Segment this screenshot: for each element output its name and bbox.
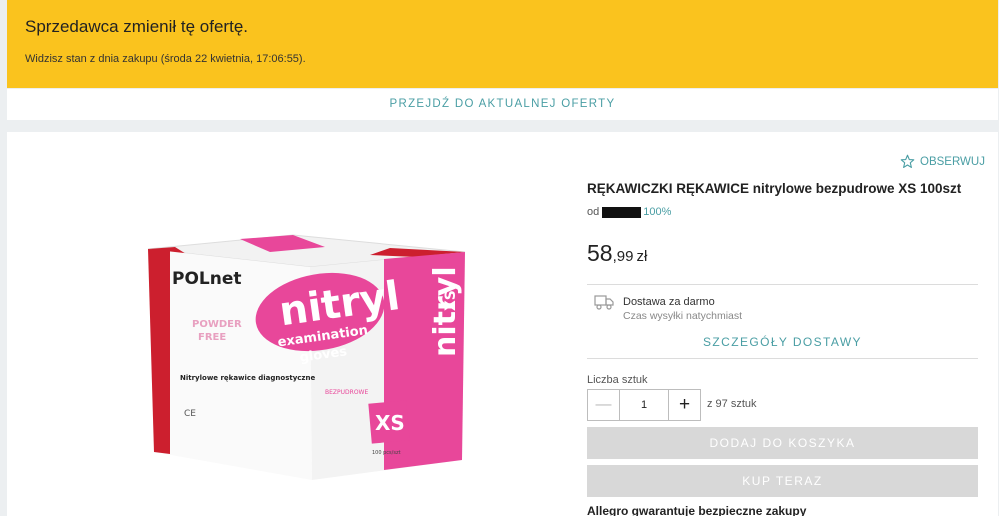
divider (587, 358, 978, 359)
quantity-available: z 97 sztuk (707, 398, 757, 410)
box-ce: CE (184, 409, 196, 419)
box-size: XS (375, 411, 405, 435)
quantity-input[interactable] (619, 390, 669, 420)
box-desc: Nitrylowe rękawice diagnostyczne (180, 374, 315, 382)
box-count: 100 pcs/szt (372, 450, 401, 456)
guarantee-text: Allegro gwarantuje bezpieczne zakupy (587, 504, 807, 516)
price: 58,99 zł (587, 240, 647, 267)
star-icon (900, 154, 915, 168)
offer-changed-notice: Sprzedawca zmienił tę ofertę. Widzisz st… (7, 0, 998, 88)
notice-subtitle: Widzisz stan z dnia zakupu (środa 22 kwi… (25, 53, 306, 65)
seller-prefix: od (587, 206, 600, 218)
divider (587, 284, 978, 285)
quantity-increase-button[interactable]: + (669, 390, 700, 420)
price-decimal: ,99 (612, 248, 634, 265)
watch-button[interactable]: OBSERWUJ (900, 154, 985, 169)
seller-info: od 100% (587, 206, 671, 218)
go-to-current-offer-link[interactable]: PRZEJDŹ DO AKTUALNEJ OFERTY (7, 89, 998, 120)
add-to-cart-button[interactable]: DODAJ DO KOSZYKA (587, 427, 978, 459)
box-free: FREE (198, 332, 226, 343)
quantity-label: Liczba sztuk (587, 374, 648, 386)
box-powder: POWDER (192, 319, 242, 330)
shipping-time: Czas wysyłki natychmiast (623, 310, 743, 322)
truck-icon (594, 295, 614, 310)
quantity-decrease-button[interactable]: — (588, 390, 619, 420)
box-bezpudrowe: BEZPUDROWE (325, 389, 368, 396)
shipping-title: Dostawa za darmo (623, 296, 715, 308)
product-title: RĘKAWICZKI RĘKAWICE nitrylowe bezpudrowe… (587, 181, 962, 196)
quantity-stepper: — + (587, 389, 701, 421)
watch-label: OBSERWUJ (920, 155, 985, 168)
buy-now-button[interactable]: KUP TERAZ (587, 465, 978, 497)
seller-name-redacted[interactable] (602, 206, 642, 218)
notice-title: Sprzedawca zmienił tę ofertę. (25, 17, 248, 36)
shipping-details-link[interactable]: SZCZEGÓŁY DOSTAWY (587, 335, 978, 349)
box-side-size: XS (443, 290, 459, 311)
box-brand: POLnet (172, 269, 242, 289)
price-currency: zł (636, 248, 648, 265)
seller-rating[interactable]: 100% (643, 206, 671, 218)
product-panel: POLnet POWDER FREE nitryl examination gl… (7, 132, 998, 516)
price-integer: 58 (587, 240, 613, 266)
product-image: POLnet POWDER FREE nitryl examination gl… (147, 234, 466, 480)
